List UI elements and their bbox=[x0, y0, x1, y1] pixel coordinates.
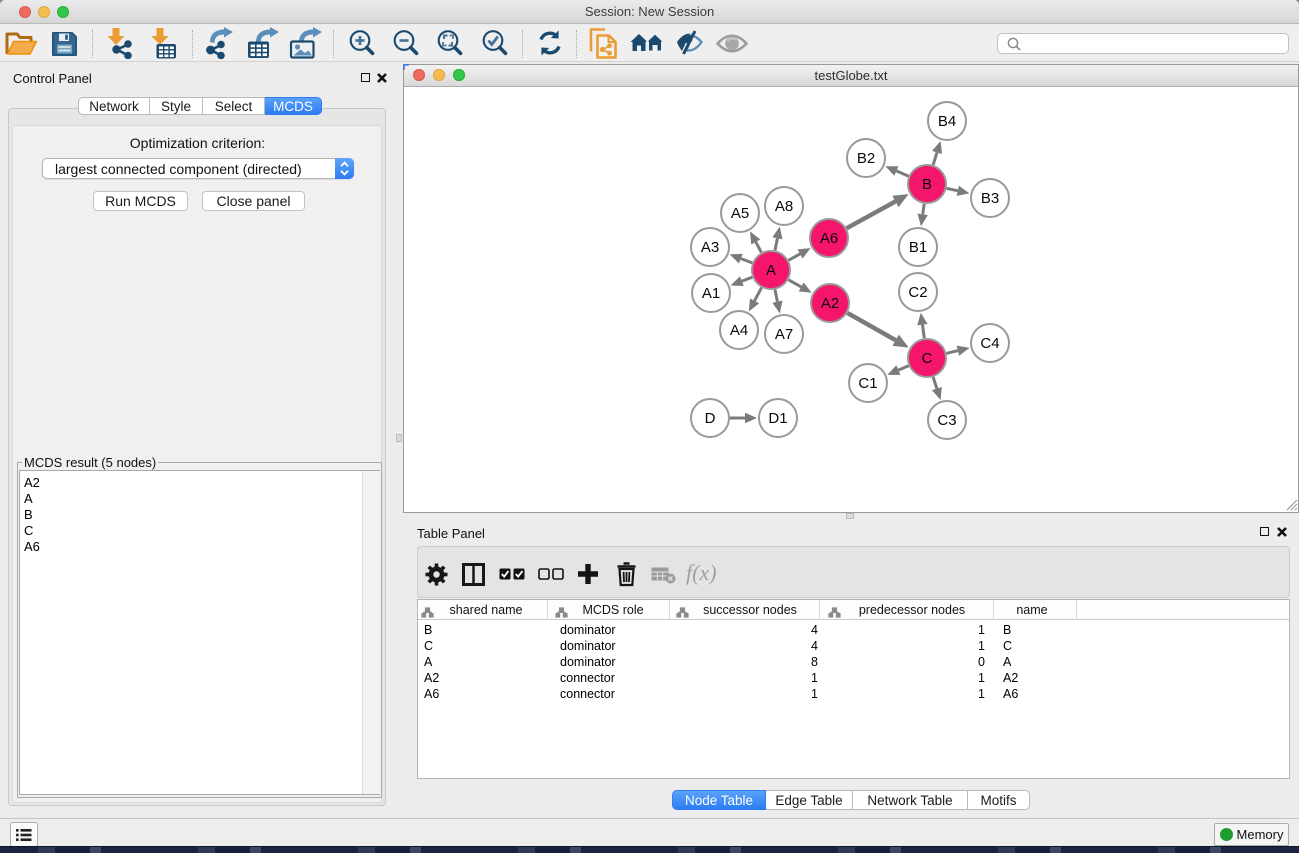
svg-text:A1: A1 bbox=[702, 285, 720, 302]
svg-text:A2: A2 bbox=[821, 295, 839, 312]
svg-text:D: D bbox=[705, 410, 716, 427]
svg-text:D1: D1 bbox=[768, 410, 787, 427]
svg-text:C1: C1 bbox=[858, 375, 877, 392]
svg-text:B2: B2 bbox=[857, 150, 875, 167]
svg-text:B1: B1 bbox=[909, 239, 927, 256]
svg-text:C3: C3 bbox=[937, 412, 956, 429]
svg-text:A5: A5 bbox=[731, 205, 749, 222]
svg-text:C2: C2 bbox=[908, 284, 927, 301]
svg-text:C: C bbox=[922, 350, 933, 367]
svg-text:B: B bbox=[922, 176, 932, 193]
svg-text:B3: B3 bbox=[981, 190, 999, 207]
svg-text:A: A bbox=[766, 262, 776, 279]
svg-text:A4: A4 bbox=[730, 322, 748, 339]
svg-text:B4: B4 bbox=[938, 113, 956, 130]
svg-text:C4: C4 bbox=[980, 335, 999, 352]
svg-text:A8: A8 bbox=[775, 198, 793, 215]
svg-text:A7: A7 bbox=[775, 326, 793, 343]
svg-text:A3: A3 bbox=[701, 239, 719, 256]
svg-text:A6: A6 bbox=[820, 230, 838, 247]
